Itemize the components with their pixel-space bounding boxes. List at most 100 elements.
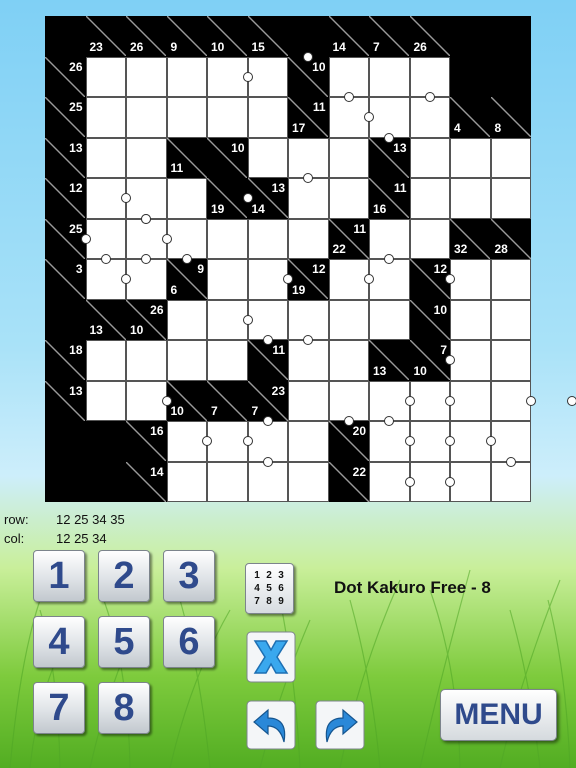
puzzle-cell-empty[interactable] [207,56,248,97]
puzzle-cell-empty[interactable] [288,380,329,421]
puzzle-cell-empty[interactable] [85,218,126,259]
puzzle-cell-empty[interactable] [369,299,410,340]
puzzle-cell-empty[interactable] [328,259,369,300]
puzzle-cell-empty[interactable] [247,218,288,259]
puzzle-cell-empty[interactable] [409,137,450,178]
puzzle-cell-empty[interactable] [247,259,288,300]
puzzle-cell-empty[interactable] [409,178,450,219]
puzzle-cell-empty[interactable] [126,259,167,300]
redo-button[interactable] [315,700,365,750]
puzzle-cell-empty[interactable] [490,178,531,219]
puzzle-cell-empty[interactable] [450,259,491,300]
clear-button[interactable] [246,631,296,683]
puzzle-cell-empty[interactable] [126,380,167,421]
puzzle-cell-empty[interactable] [207,299,248,340]
puzzle-cell-empty[interactable] [490,461,531,502]
puzzle-cell-empty[interactable] [288,137,329,178]
puzzle-cell-empty[interactable] [490,299,531,340]
puzzle-cell-empty[interactable] [490,421,531,462]
number-key-1[interactable]: 1 [33,550,85,602]
puzzle-cell-empty[interactable] [247,56,288,97]
puzzle-cell-empty[interactable] [247,137,288,178]
puzzle-cell-empty[interactable] [126,137,167,178]
puzzle-cell-empty[interactable] [409,421,450,462]
puzzle-cell-empty[interactable] [328,380,369,421]
puzzle-cell-empty[interactable] [166,461,207,502]
puzzle-cell-empty[interactable] [328,97,369,138]
puzzle-cell-empty[interactable] [328,56,369,97]
puzzle-cell-empty[interactable] [207,421,248,462]
puzzle-cell-empty[interactable] [409,461,450,502]
puzzle-cell-empty[interactable] [288,178,329,219]
puzzle-cell-empty[interactable] [207,461,248,502]
puzzle-cell-empty[interactable] [328,137,369,178]
puzzle-cell-empty[interactable] [85,137,126,178]
puzzle-cell-empty[interactable] [369,421,410,462]
puzzle-cell-empty[interactable] [450,137,491,178]
number-key-4[interactable]: 4 [33,616,85,668]
puzzle-cell-empty[interactable] [409,97,450,138]
puzzle-cell-empty[interactable] [247,461,288,502]
puzzle-cell-empty[interactable] [450,380,491,421]
puzzle-cell-empty[interactable] [369,380,410,421]
puzzle-cell-empty[interactable] [369,56,410,97]
puzzle-cell-empty[interactable] [409,218,450,259]
number-key-8[interactable]: 8 [98,682,150,734]
puzzle-cell-empty[interactable] [450,178,491,219]
number-key-5[interactable]: 5 [98,616,150,668]
puzzle-cell-empty[interactable] [247,421,288,462]
puzzle-cell-empty[interactable] [207,218,248,259]
puzzle-cell-empty[interactable] [85,259,126,300]
puzzle-cell-empty[interactable] [369,259,410,300]
puzzle-cell-empty[interactable] [207,259,248,300]
puzzle-cell-empty[interactable] [85,178,126,219]
number-key-2[interactable]: 2 [98,550,150,602]
puzzle-cell-empty[interactable] [288,421,329,462]
puzzle-cell-empty[interactable] [328,178,369,219]
number-key-7[interactable]: 7 [33,682,85,734]
menu-button[interactable]: MENU [440,689,557,741]
puzzle-cell-empty[interactable] [328,299,369,340]
puzzle-cell-empty[interactable] [85,380,126,421]
number-key-6[interactable]: 6 [163,616,215,668]
puzzle-cell-empty[interactable] [126,178,167,219]
puzzle-cell-empty[interactable] [409,380,450,421]
puzzle-cell-empty[interactable] [490,380,531,421]
puzzle-cell-empty[interactable] [207,340,248,381]
puzzle-cell-empty[interactable] [450,421,491,462]
puzzle-cell-empty[interactable] [288,218,329,259]
pencil-mode-button[interactable]: 123 456 789 [245,563,294,614]
puzzle-cell-empty[interactable] [166,421,207,462]
puzzle-cell-empty[interactable] [409,56,450,97]
puzzle-cell-empty[interactable] [126,218,167,259]
puzzle-cell-empty[interactable] [450,461,491,502]
puzzle-cell-empty[interactable] [166,178,207,219]
puzzle-cell-empty[interactable] [166,218,207,259]
puzzle-cell-empty[interactable] [85,97,126,138]
puzzle-cell-empty[interactable] [288,340,329,381]
puzzle-cell-empty[interactable] [288,299,329,340]
puzzle-cell-empty[interactable] [166,56,207,97]
puzzle-cell-empty[interactable] [490,137,531,178]
puzzle-cell-empty[interactable] [85,340,126,381]
puzzle-cell-empty[interactable] [490,340,531,381]
puzzle-cell-empty[interactable] [126,97,167,138]
puzzle-cell-empty[interactable] [166,299,207,340]
puzzle-cell-empty[interactable] [328,340,369,381]
puzzle-cell-empty[interactable] [450,299,491,340]
puzzle-cell-empty[interactable] [490,259,531,300]
number-key-3[interactable]: 3 [163,550,215,602]
puzzle-cell-empty[interactable] [450,340,491,381]
puzzle-cell-empty[interactable] [166,340,207,381]
puzzle-cell-empty[interactable] [247,97,288,138]
puzzle-cell-empty[interactable] [369,218,410,259]
undo-button[interactable] [246,700,296,750]
puzzle-cell-empty[interactable] [126,340,167,381]
puzzle-cell-empty[interactable] [369,461,410,502]
puzzle-cell-empty[interactable] [85,56,126,97]
puzzle-cell-empty[interactable] [247,299,288,340]
puzzle-cell-empty[interactable] [369,97,410,138]
puzzle-cell-empty[interactable] [126,56,167,97]
puzzle-cell-empty[interactable] [288,461,329,502]
puzzle-cell-empty[interactable] [166,97,207,138]
